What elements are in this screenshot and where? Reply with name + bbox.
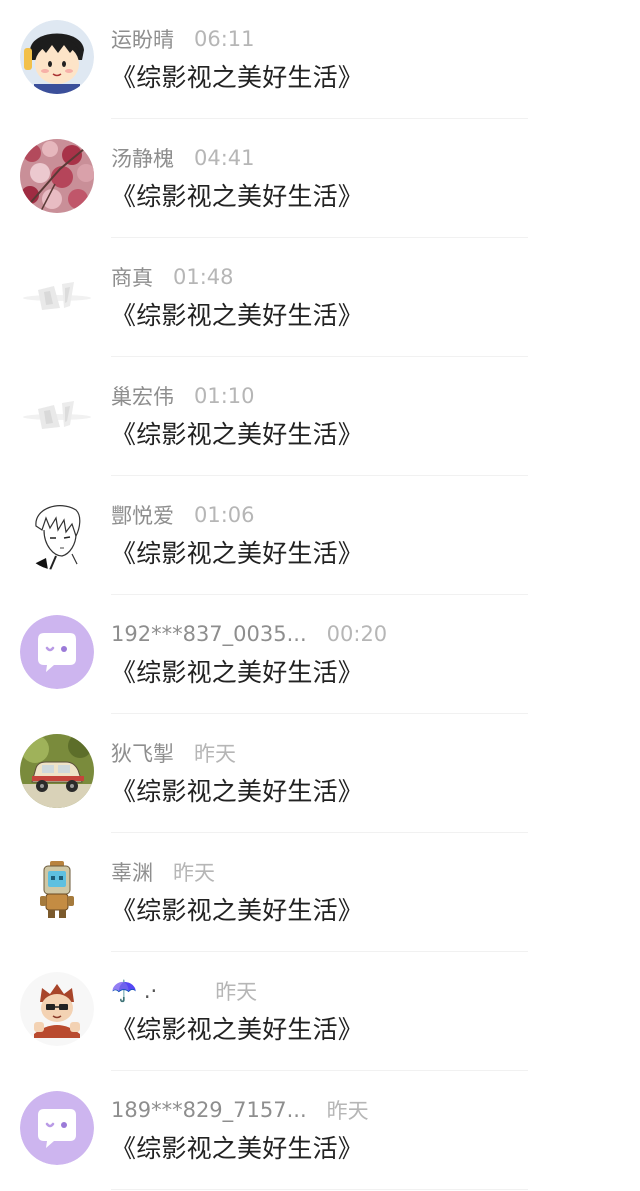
sketch-portrait-avatar[interactable] [20, 496, 94, 570]
toy-car-avatar[interactable] [20, 734, 94, 808]
book-title[interactable]: 《综影视之美好生活》 [111, 1129, 363, 1165]
book-title[interactable]: 《综影视之美好生活》 [111, 1010, 363, 1046]
book-title[interactable]: 《综影视之美好生活》 [111, 58, 363, 94]
book-title[interactable]: 《综影视之美好生活》 [111, 653, 363, 689]
item-meta: 汤静槐 04:41 [111, 143, 255, 173]
sender-name[interactable]: 狄飞掣 [111, 738, 174, 768]
list-item[interactable]: 辜渊 昨天 《综影视之美好生活》 [0, 833, 640, 952]
cartoon-girl-avatar[interactable] [20, 20, 94, 94]
list-item[interactable]: ☂️ .· 昨天 《综影视之美好生活》 [0, 952, 640, 1071]
book-title[interactable]: 《综影视之美好生活》 [111, 296, 363, 332]
robot-character-avatar[interactable] [20, 853, 94, 927]
sender-name[interactable]: 巢宏伟 [111, 381, 174, 411]
sender-name[interactable]: 商真 [111, 262, 153, 292]
book-title[interactable]: 《综影视之美好生活》 [111, 891, 363, 927]
list-item[interactable]: 商真 01:48 《综影视之美好生活》 [0, 238, 640, 357]
purple-chat-default-avatar[interactable] [20, 1091, 94, 1165]
list-item[interactable]: 巢宏伟 01:10 《综影视之美好生活》 [0, 357, 640, 476]
timestamp: 昨天 [194, 742, 236, 766]
book-title[interactable]: 《综影视之美好生活》 [111, 772, 363, 808]
sender-name[interactable]: 运盼晴 [111, 24, 174, 54]
timestamp: 昨天 [215, 980, 258, 1004]
item-meta: 狄飞掣 昨天 [111, 738, 236, 768]
item-meta: ☂️ .· 昨天 [111, 976, 257, 1006]
purple-chat-default-avatar[interactable] [20, 615, 94, 689]
timestamp: 06:11 [194, 27, 255, 51]
item-meta: 192***837_0035... 00:20 [111, 619, 387, 649]
item-meta: 辜渊 昨天 [111, 857, 215, 887]
list-item[interactable]: 酆悦爱 01:06 《综影视之美好生活》 [0, 476, 640, 595]
list-item[interactable]: 汤静槐 04:41 《综影视之美好生活》 [0, 119, 640, 238]
timestamp: 01:10 [194, 384, 255, 408]
cartoon-kid-avatar[interactable] [20, 972, 94, 1046]
sender-name[interactable]: 192***837_0035... [111, 622, 307, 646]
book-title[interactable]: 《综影视之美好生活》 [111, 177, 363, 213]
timestamp: 昨天 [326, 1099, 369, 1123]
divider [111, 1189, 528, 1190]
list-item[interactable]: 192***837_0035... 00:20 《综影视之美好生活》 [0, 595, 640, 714]
sender-name[interactable]: 酆悦爱 [111, 500, 174, 530]
timestamp: 01:48 [173, 265, 234, 289]
timestamp: 昨天 [173, 861, 215, 885]
sender-name[interactable]: ☂️ .· [111, 979, 157, 1004]
item-meta: 商真 01:48 [111, 262, 234, 292]
blossom-photo-avatar[interactable] [20, 139, 94, 213]
book-title[interactable]: 《综影视之美好生活》 [111, 534, 363, 570]
timestamp: 04:41 [194, 146, 255, 170]
sender-name[interactable]: 189***829_7157... [111, 1098, 307, 1122]
sender-name[interactable]: 汤静槐 [111, 143, 174, 173]
item-meta: 189***829_7157... 昨天 [111, 1095, 369, 1125]
timestamp: 01:06 [194, 503, 255, 527]
message-list: 运盼晴 06:11 《综影视之美好生活》 汤静槐 04:41 《综影视之美好生活… [0, 0, 640, 1191]
list-item[interactable]: 狄飞掣 昨天 《综影视之美好生活》 [0, 714, 640, 833]
list-item[interactable]: 运盼晴 06:11 《综影视之美好生活》 [0, 0, 640, 119]
default-placeholder-avatar[interactable] [20, 377, 94, 451]
list-item[interactable]: 189***829_7157... 昨天 《综影视之美好生活》 [0, 1071, 640, 1190]
item-meta: 酆悦爱 01:06 [111, 500, 255, 530]
book-title[interactable]: 《综影视之美好生活》 [111, 415, 363, 451]
default-placeholder-avatar[interactable] [20, 258, 94, 332]
sender-name[interactable]: 辜渊 [111, 857, 153, 887]
timestamp: 00:20 [326, 622, 388, 646]
item-meta: 巢宏伟 01:10 [111, 381, 255, 411]
item-meta: 运盼晴 06:11 [111, 24, 255, 54]
